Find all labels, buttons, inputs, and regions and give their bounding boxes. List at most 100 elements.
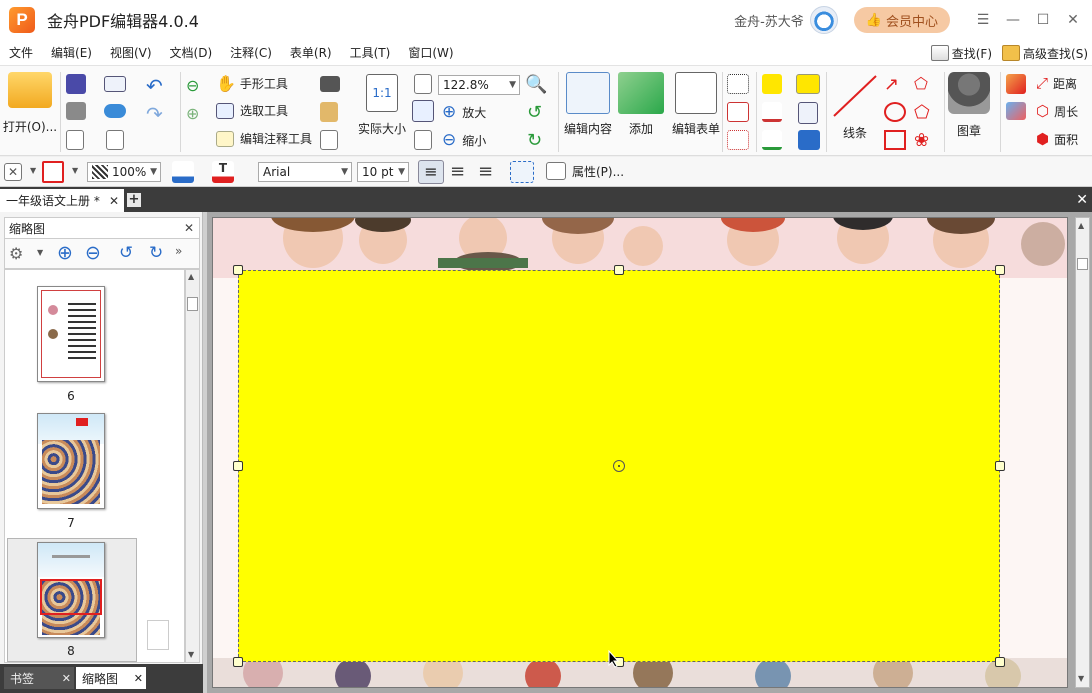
print-icon[interactable] xyxy=(66,102,86,120)
back-icon[interactable]: ⊖ xyxy=(186,76,199,95)
rotate-left-icon[interactable]: ↺ xyxy=(527,102,542,123)
thumbnail-scrollbar[interactable]: ▲ ▼ xyxy=(185,269,200,663)
close-icon[interactable]: ✕ xyxy=(184,221,194,235)
save-icon[interactable] xyxy=(66,74,86,94)
menu-view[interactable]: 视图(V) xyxy=(101,44,161,61)
cloud-icon[interactable] xyxy=(104,104,126,118)
align-center-icon[interactable]: ≡ xyxy=(450,161,465,182)
highlight-text-icon[interactable] xyxy=(762,74,782,94)
polyline-icon[interactable]: ⬠ xyxy=(914,74,928,93)
close-icon[interactable]: ✕ xyxy=(109,194,119,208)
ellipse-icon[interactable] xyxy=(884,102,906,122)
text-field-icon[interactable] xyxy=(727,74,749,94)
line-tool-button[interactable]: 线条 xyxy=(832,74,878,141)
rotate-right-icon[interactable]: ↻ xyxy=(149,243,163,263)
fit-visible-icon[interactable] xyxy=(414,130,432,150)
text-box-icon[interactable] xyxy=(727,102,749,122)
new-tab-button[interactable]: + xyxy=(127,193,141,207)
resize-handle[interactable] xyxy=(995,657,1005,667)
properties-button[interactable]: 属性(P)... xyxy=(546,162,624,180)
sound-icon[interactable] xyxy=(798,130,820,150)
undo-icon[interactable]: ↶ xyxy=(146,74,163,98)
doc-compare-icon[interactable] xyxy=(320,130,338,150)
camera-icon[interactable] xyxy=(320,76,340,92)
actual-size-button[interactable]: 1:1 实际大小 xyxy=(358,74,406,137)
fit-page-icon[interactable] xyxy=(414,74,432,94)
scroll-up-icon[interactable]: ▲ xyxy=(1078,221,1084,230)
attachment-icon[interactable] xyxy=(798,102,818,124)
select-tool-button[interactable]: 选取工具 xyxy=(216,102,288,119)
resize-handle[interactable] xyxy=(614,265,624,275)
chevron-down-icon[interactable]: ▼ xyxy=(30,166,36,175)
scroll-thumb[interactable] xyxy=(1077,258,1088,270)
rotate-right-icon[interactable]: ↻ xyxy=(527,130,542,151)
forward-icon[interactable]: ⊕ xyxy=(186,104,199,123)
zoom-in-icon[interactable]: ⊕ xyxy=(57,242,73,264)
font-name-combo[interactable]: Arial ▼ xyxy=(258,162,352,182)
tab-thumbnails[interactable]: 缩略图 ✕ xyxy=(76,667,146,689)
maximize-icon[interactable]: ☐ xyxy=(1028,0,1058,40)
more-icon[interactable]: » xyxy=(175,244,182,258)
line-color-icon[interactable] xyxy=(172,161,194,183)
text-direction-icon[interactable] xyxy=(510,161,534,183)
resize-handle[interactable] xyxy=(233,657,243,667)
rectangle-icon[interactable] xyxy=(884,130,906,150)
no-fill-icon[interactable]: ✕ xyxy=(4,163,22,181)
close-icon[interactable]: ✕ xyxy=(1058,0,1088,40)
thumbnail-page[interactable] xyxy=(37,413,105,509)
menu-form[interactable]: 表单(R) xyxy=(281,44,341,61)
minimize-icon[interactable]: — xyxy=(998,0,1028,40)
resize-handle[interactable] xyxy=(233,461,243,471)
close-icon[interactable]: ✕ xyxy=(1076,192,1088,208)
callout-icon[interactable] xyxy=(727,130,749,150)
menu-window[interactable]: 窗口(W) xyxy=(399,44,462,61)
pencil-icon[interactable] xyxy=(1006,74,1026,94)
thumbnail-page[interactable] xyxy=(37,286,105,382)
stamp-button[interactable]: 图章 xyxy=(948,72,990,139)
hand-tool-button[interactable]: ✋ 手形工具 xyxy=(216,74,288,93)
clipboard-icon[interactable] xyxy=(320,102,338,122)
avatar[interactable] xyxy=(809,6,838,34)
border-color-icon[interactable] xyxy=(42,161,64,183)
menu-comment[interactable]: 注释(C) xyxy=(221,44,281,61)
advanced-find-button[interactable]: 高级查找(S) xyxy=(1000,45,1090,62)
align-right-icon[interactable]: ≡ xyxy=(478,161,493,182)
center-anchor-icon[interactable] xyxy=(613,460,625,472)
rotate-left-icon[interactable]: ↺ xyxy=(119,243,133,263)
document-view[interactable]: ▲ ▼ xyxy=(207,212,1092,693)
edit-content-button[interactable]: 编辑内容 xyxy=(564,72,612,137)
strikeout-icon[interactable] xyxy=(762,102,782,122)
fit-width-icon[interactable] xyxy=(412,100,434,122)
document-scrollbar[interactable]: ▲ ▼ xyxy=(1075,217,1090,688)
edit-form-button[interactable]: 编辑表单 xyxy=(672,72,720,137)
new-doc-icon[interactable] xyxy=(106,130,124,150)
magnifier-icon[interactable]: 🔍 xyxy=(525,74,547,95)
tab-bookmarks[interactable]: 书签 ✕ xyxy=(4,667,74,689)
perimeter-button[interactable]: ⬡ 周长 xyxy=(1036,102,1078,120)
underline-icon[interactable] xyxy=(762,130,782,150)
thumbnail-page[interactable] xyxy=(37,542,105,638)
note-icon[interactable] xyxy=(796,74,820,94)
arrow-icon[interactable]: ↗ xyxy=(884,74,899,95)
find-button[interactable]: 查找(F) xyxy=(929,45,994,62)
chevron-down-icon[interactable]: ▼ xyxy=(72,166,78,175)
eraser-icon[interactable] xyxy=(1006,102,1026,120)
polygon-icon[interactable]: ⬠ xyxy=(914,102,930,123)
open-button[interactable]: 打开(O)... xyxy=(2,72,58,135)
vip-center-button[interactable]: 👍 会员中心 xyxy=(853,7,950,33)
doc-properties-icon[interactable] xyxy=(66,130,84,150)
user-name[interactable]: 金舟-苏大爷 xyxy=(734,11,804,30)
resize-handle[interactable] xyxy=(995,265,1005,275)
chevron-down-icon[interactable]: ▼ xyxy=(37,248,43,257)
zoom-combo[interactable]: 122.8% ▼ xyxy=(438,75,520,95)
align-left-icon[interactable]: ≡ xyxy=(418,160,444,184)
scroll-thumb[interactable] xyxy=(187,297,198,311)
email-icon[interactable] xyxy=(104,76,126,92)
resize-handle[interactable] xyxy=(233,265,243,275)
close-icon[interactable]: ✕ xyxy=(62,672,71,685)
edit-annotation-tool-button[interactable]: 编辑注释工具 xyxy=(216,130,312,147)
cloud-shape-icon[interactable]: ❀ xyxy=(914,130,929,151)
distance-button[interactable]: ⤢ 距离 xyxy=(1036,74,1077,92)
scroll-down-icon[interactable]: ▼ xyxy=(1078,674,1084,683)
zoom-in-button[interactable]: ⊕ 放大 xyxy=(442,102,486,122)
